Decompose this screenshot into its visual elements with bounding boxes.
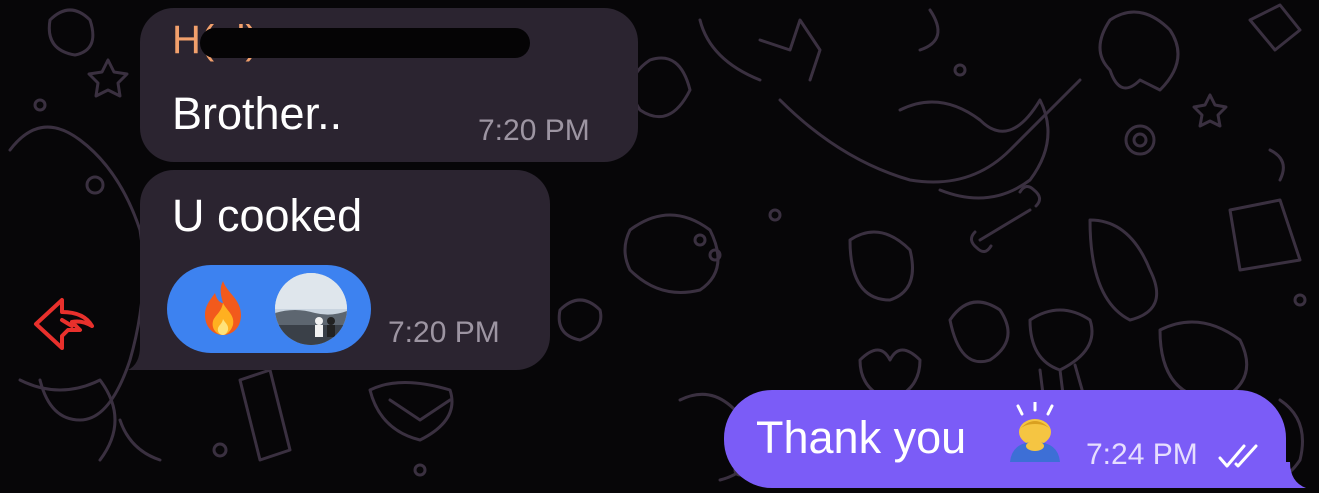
person-bowing-emoji [1010,402,1060,462]
bubble-tail [128,346,146,370]
reactor-avatar[interactable] [275,273,347,345]
reaction-pill[interactable] [167,265,371,353]
fire-icon [205,281,241,335]
outgoing-message-bubble[interactable]: Thank you 7:24 PM [724,390,1286,488]
message-text: U cooked [172,190,363,241]
reply-arrow-icon[interactable] [32,290,98,356]
message-time: 7:24 PM [1086,438,1198,471]
message-text: Brother.. [172,88,343,139]
bubble-tail [1284,462,1306,488]
incoming-message-bubble[interactable]: U cooked 7:20 PM [140,170,550,370]
double-check-icon [1218,444,1258,468]
message-time: 7:20 PM [478,114,590,147]
incoming-message-bubble[interactable]: H(al) Brother.. 7:20 PM [140,8,638,162]
redaction-mark [200,28,530,58]
message-time: 7:20 PM [388,316,500,349]
message-text: Thank you [756,412,967,463]
